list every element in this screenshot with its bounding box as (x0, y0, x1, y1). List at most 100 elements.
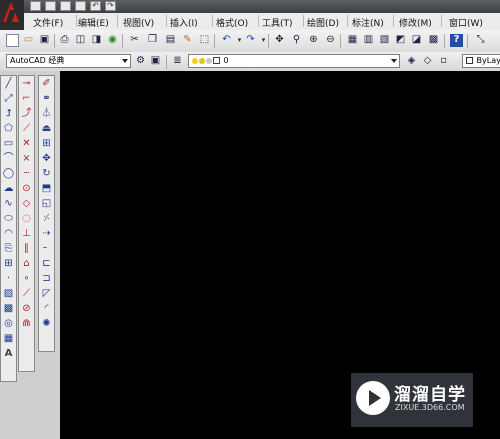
save-icon[interactable]: ▣ (38, 34, 51, 47)
block-editor-icon[interactable]: ⬚ (198, 34, 211, 47)
calculator-icon[interactable]: ▩ (427, 34, 440, 47)
snap-quadrant-icon[interactable]: ◇ (19, 196, 34, 211)
hatch-icon[interactable]: ▨ (1, 286, 16, 301)
menu-insert[interactable]: 插入(I) (170, 16, 198, 29)
save-workspace-icon[interactable]: ▣ (149, 55, 162, 68)
rotate-icon[interactable]: ↻ (39, 166, 54, 181)
table-icon[interactable]: ▦ (1, 331, 16, 346)
sheet-set-icon[interactable]: ◩ (394, 34, 407, 47)
insert-block-icon[interactable]: ⎘ (1, 241, 16, 256)
chamfer-icon[interactable]: ◸ (39, 286, 54, 301)
join-icon[interactable]: ⊐ (39, 271, 54, 286)
menu-modify[interactable]: 修改(M) (399, 16, 432, 29)
polygon-icon[interactable]: ⬠ (1, 121, 16, 136)
snap-perpendicular-icon[interactable]: ⊥ (19, 226, 34, 241)
menu-tools[interactable]: 工具(T) (262, 16, 293, 29)
erase-icon[interactable]: ✐ (39, 76, 54, 91)
paste-icon[interactable]: ▤ (164, 34, 177, 47)
explode-icon[interactable]: ✺ (39, 316, 54, 331)
revision-cloud-icon[interactable]: ☁ (1, 181, 16, 196)
snap-nearest-icon[interactable]: ⟋ (19, 286, 34, 301)
zoom-window-icon[interactable]: ⊕ (307, 34, 320, 47)
break-at-point-icon[interactable]: ╴ (39, 241, 54, 256)
print-preview-icon[interactable]: ◫ (74, 34, 87, 47)
make-block-icon[interactable]: ⊞ (1, 256, 16, 271)
polyline-icon[interactable]: ⮥ (1, 106, 16, 121)
copy-object-icon[interactable]: ⚭ (39, 91, 54, 106)
undo-icon[interactable]: ↶ (220, 34, 233, 47)
menu-edit[interactable]: 编辑(E) (78, 16, 109, 29)
trim-icon[interactable]: ⸓ (39, 211, 54, 226)
menu-format[interactable]: 格式(O) (216, 16, 248, 29)
properties-icon[interactable]: ▦ (346, 34, 359, 47)
stretch-icon[interactable]: ◱ (39, 196, 54, 211)
arc-icon[interactable]: ⌒ (1, 151, 16, 166)
save-icon[interactable] (60, 1, 71, 11)
cut-icon[interactable]: ✂ (128, 34, 141, 47)
workspace-settings-icon[interactable]: ⚙ (134, 55, 147, 68)
snap-none-icon[interactable]: ⊘ (19, 301, 34, 316)
undo-icon[interactable]: ↶ (90, 1, 101, 11)
menu-dimension[interactable]: 标注(N) (352, 16, 384, 29)
snap-insert-icon[interactable]: ⌂ (19, 256, 34, 271)
construction-line-icon[interactable]: ⤢ (1, 91, 16, 106)
ellipse-arc-icon[interactable]: ◠ (1, 226, 16, 241)
redo-icon[interactable]: ↷ (105, 1, 116, 11)
menu-view[interactable]: 视图(V) (123, 16, 154, 29)
snap-from-icon[interactable]: ⌐ (19, 91, 34, 106)
multiline-text-icon[interactable]: A (1, 346, 16, 361)
layer-states-icon[interactable]: ▫ (437, 55, 450, 68)
snap-endpoint-icon[interactable]: ⤴ (19, 106, 34, 121)
design-center-icon[interactable]: ▥ (362, 34, 375, 47)
snap-node-icon[interactable]: ∘ (19, 271, 34, 286)
scale-icon[interactable]: ⬒ (39, 181, 54, 196)
offset-icon[interactable]: ⏏ (39, 121, 54, 136)
snap-center-icon[interactable]: ⊙ (19, 181, 34, 196)
snap-intersection-icon[interactable]: ✕ (19, 136, 34, 151)
break-icon[interactable]: ⊏ (39, 256, 54, 271)
snap-apparent-intersection-icon[interactable]: ⨯ (19, 151, 34, 166)
fillet-icon[interactable]: ◜ (39, 301, 54, 316)
zoom-realtime-icon[interactable]: ⚲ (290, 34, 303, 47)
layer-previous-icon[interactable]: ◇ (421, 55, 434, 68)
menu-file[interactable]: 文件(F) (33, 16, 63, 29)
extend-icon[interactable]: ⇢ (39, 226, 54, 241)
help-icon[interactable]: ? (450, 34, 463, 47)
snap-extension-icon[interactable]: ┄ (19, 166, 34, 181)
array-icon[interactable]: ⊞ (39, 136, 54, 151)
open-icon[interactable] (45, 1, 56, 11)
move-icon[interactable]: ✥ (39, 151, 54, 166)
spline-icon[interactable]: ∿ (1, 196, 16, 211)
circle-icon[interactable]: ◯ (1, 166, 16, 181)
mirror-icon[interactable]: ⏃ (39, 106, 54, 121)
snap-tangent-icon[interactable]: ◌ (19, 211, 34, 226)
print-icon[interactable]: ⎙ (58, 34, 71, 47)
rectangle-icon[interactable]: ▭ (1, 136, 16, 151)
menu-draw[interactable]: 绘图(D) (307, 16, 339, 29)
region-icon[interactable]: ◎ (1, 316, 16, 331)
line-icon[interactable]: ╱ (1, 76, 16, 91)
point-icon[interactable]: · (1, 271, 16, 286)
new-icon[interactable] (6, 34, 19, 47)
extra-icon[interactable]: ⤡ (474, 34, 487, 47)
temp-track-point-icon[interactable]: ⊸ (19, 76, 34, 91)
color-dropdown[interactable]: ByLaye (462, 54, 500, 68)
make-current-layer-icon[interactable]: ◈ (405, 55, 418, 68)
publish-icon[interactable]: ◨ (90, 34, 103, 47)
new-icon[interactable] (30, 1, 41, 11)
markup-icon[interactable]: ◪ (410, 34, 423, 47)
snap-parallel-icon[interactable]: ∥ (19, 241, 34, 256)
zoom-previous-icon[interactable]: ⊖ (324, 34, 337, 47)
redo-icon[interactable]: ↷ (244, 34, 257, 47)
match-properties-icon[interactable]: ✎ (181, 34, 194, 47)
tool-palettes-icon[interactable]: ▧ (378, 34, 391, 47)
copy-icon[interactable]: ❐ (146, 34, 159, 47)
3d-publish-icon[interactable]: ◉ (106, 34, 119, 47)
layer-dropdown[interactable]: 0 (188, 54, 400, 68)
ellipse-icon[interactable]: ⬭ (1, 211, 16, 226)
menu-window[interactable]: 窗口(W) (449, 16, 483, 29)
gradient-icon[interactable]: ▩ (1, 301, 16, 316)
app-menu-button[interactable] (0, 0, 24, 30)
osnap-settings-icon[interactable]: ⋒ (19, 316, 34, 331)
snap-midpoint-icon[interactable]: ⟋ (19, 121, 34, 136)
